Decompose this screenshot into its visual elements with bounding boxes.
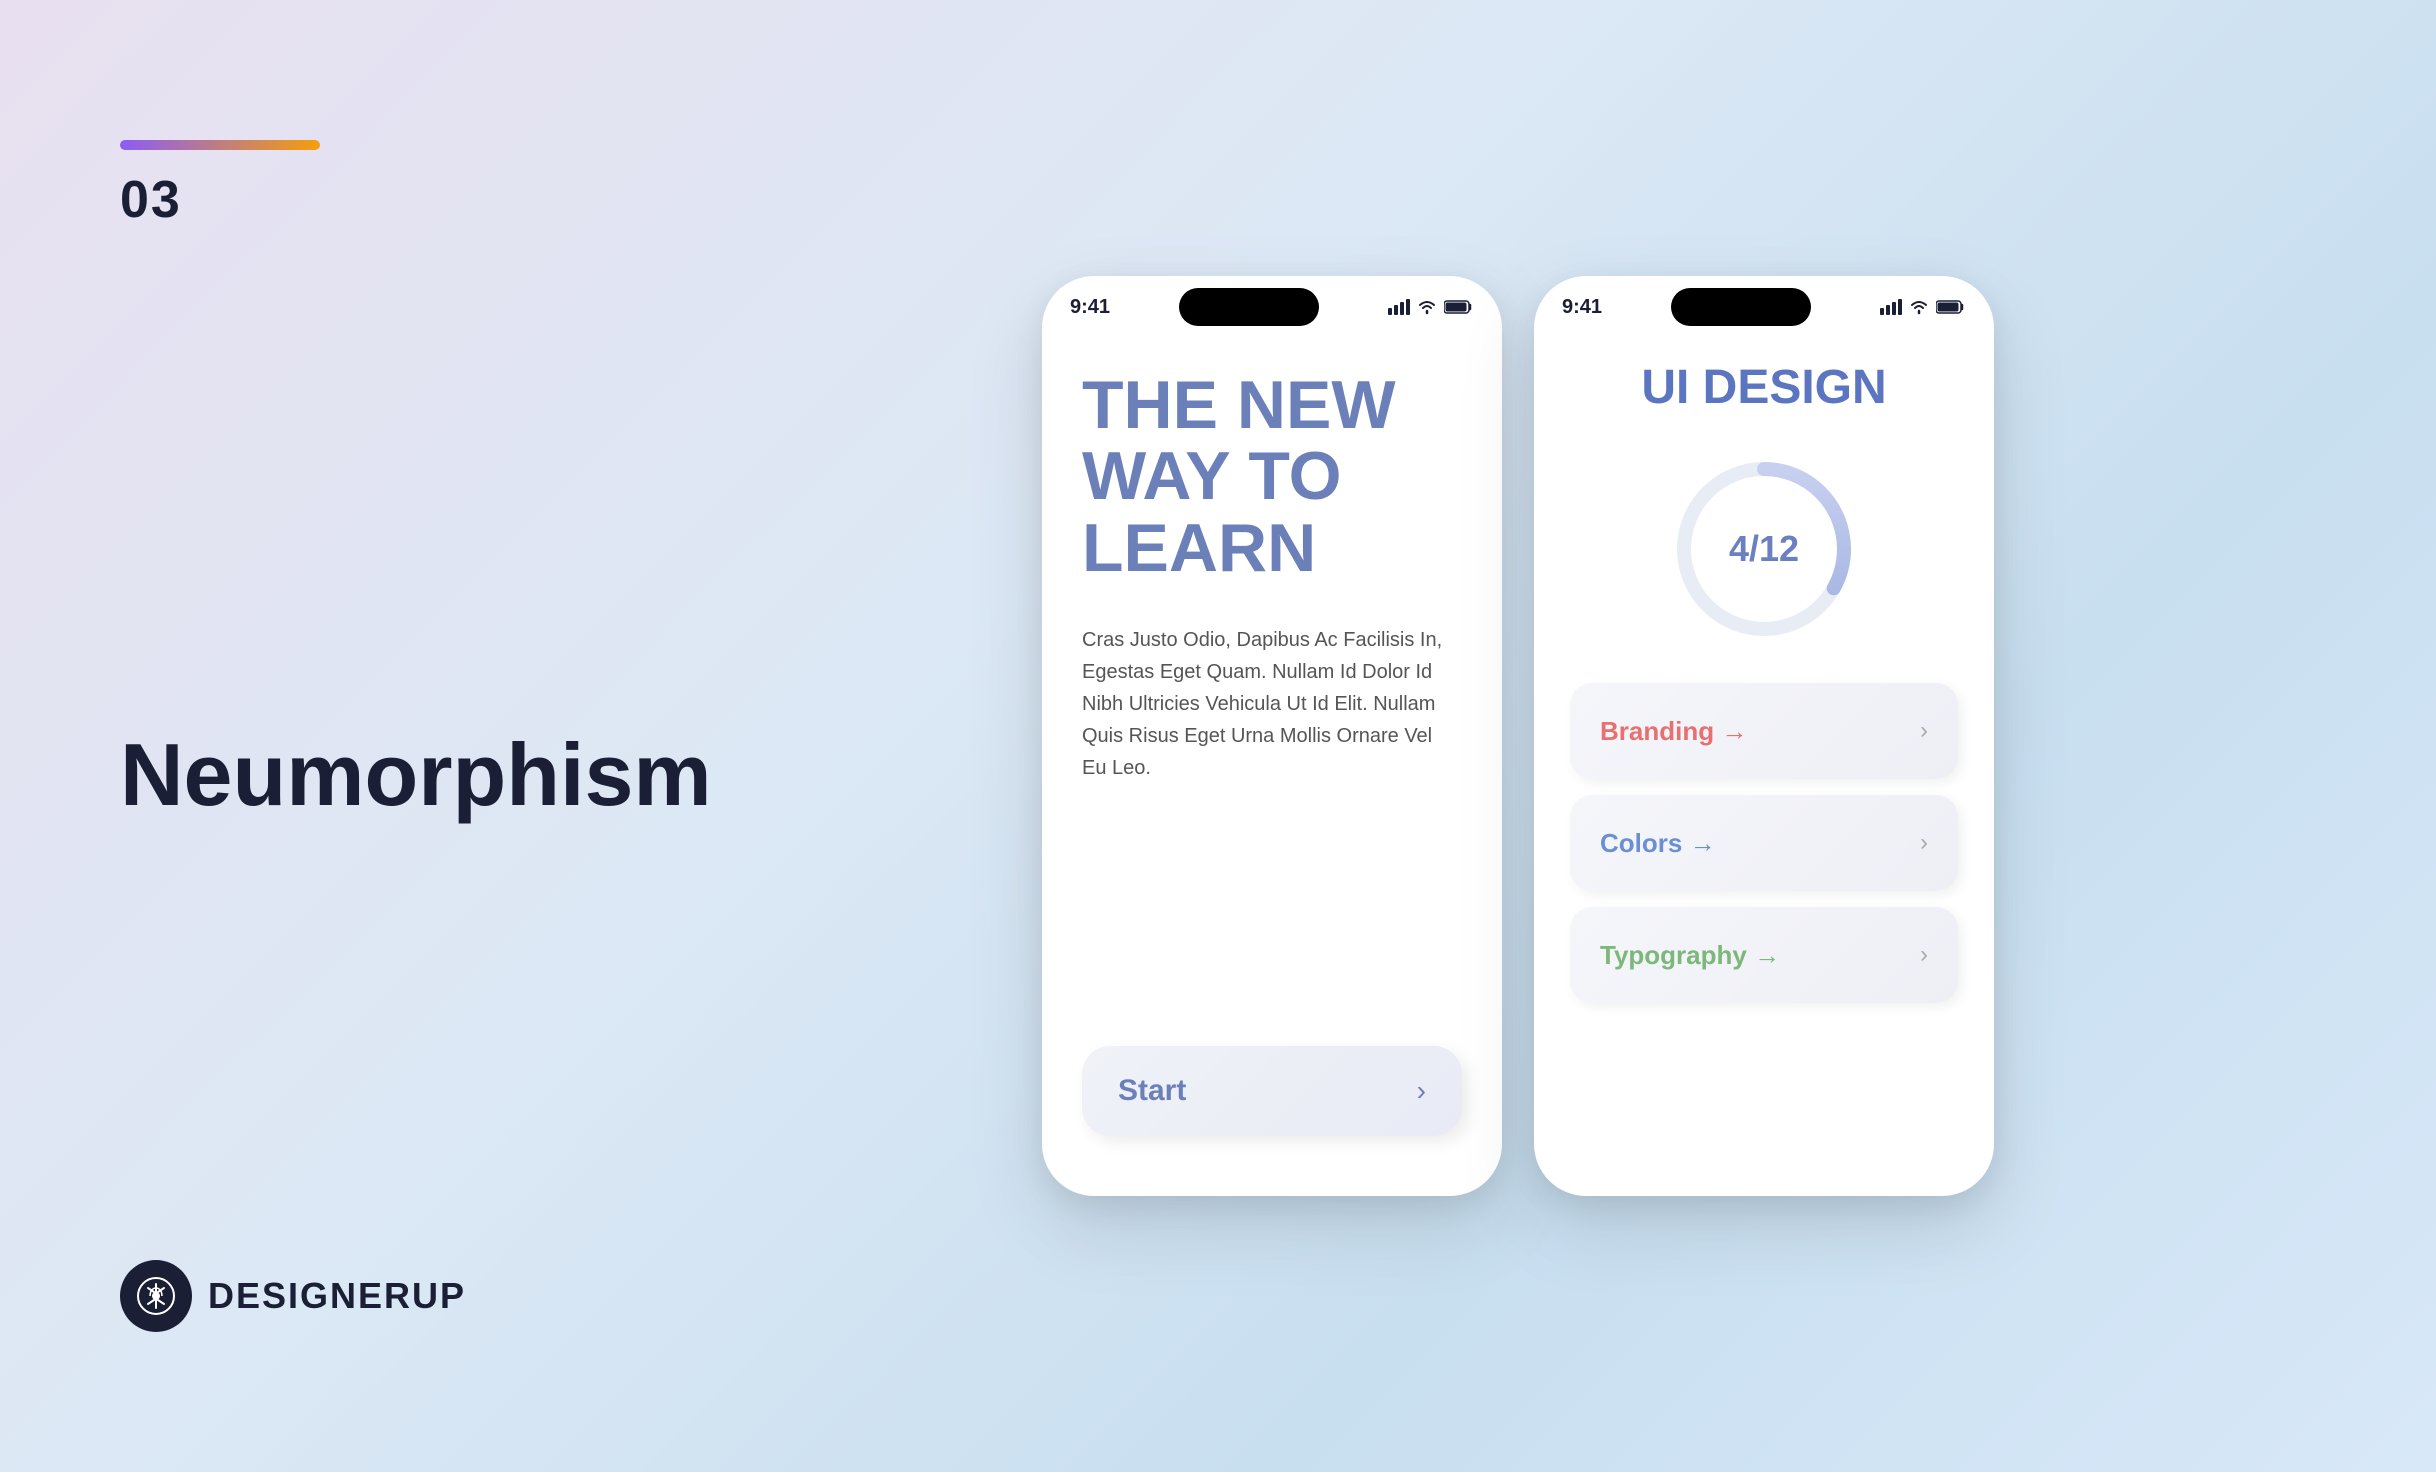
progress-text: 4/12	[1729, 528, 1799, 570]
battery-icon-2	[1936, 299, 1966, 315]
wifi-icon-2	[1908, 299, 1930, 315]
phone-1-top: THE NEW WAY TO LEARN Cras Justo Odio, Da…	[1082, 370, 1462, 1046]
main-title: Neumorphism	[120, 727, 560, 824]
menu-item-colors[interactable]: Colors → ›	[1570, 795, 1958, 891]
ui-design-title: UI DESIGN	[1570, 360, 1958, 415]
logo-icon	[134, 1274, 178, 1318]
dynamic-island-2	[1671, 288, 1811, 326]
chevron-right-icon: ›	[1417, 1075, 1426, 1107]
status-icons-1	[1388, 299, 1474, 315]
menu-item-branding[interactable]: Branding → ›	[1570, 683, 1958, 779]
progress-circle: 4/12	[1664, 449, 1864, 649]
brand-footer: DESIGNERUP	[120, 1260, 560, 1332]
left-panel: 03 Neumorphism DESIGNERUP	[60, 60, 620, 1412]
logo-circle	[120, 1260, 192, 1332]
status-time-1: 9:41	[1070, 296, 1110, 319]
wifi-icon	[1416, 299, 1438, 315]
start-label: Start	[1118, 1074, 1186, 1108]
signal-icon	[1388, 299, 1410, 315]
start-button[interactable]: Start ›	[1082, 1046, 1462, 1136]
progress-circle-container: 4/12	[1570, 449, 1958, 649]
status-time-2: 9:41	[1562, 296, 1602, 319]
phone-mockup-1: 9:41	[1042, 276, 1502, 1196]
colors-chevron-icon: ›	[1920, 829, 1928, 857]
gradient-bar-decoration	[120, 140, 320, 150]
main-container: 03 Neumorphism DESIGNERUP 9:41	[0, 0, 2436, 1472]
brand-name: DESIGNERUP	[208, 1275, 466, 1317]
left-top: 03	[120, 140, 560, 230]
menu-items: Branding → › Colors → › Typography → ›	[1570, 683, 1958, 1196]
step-number: 03	[120, 170, 560, 230]
status-icons-2	[1880, 299, 1966, 315]
menu-item-typography[interactable]: Typography → ›	[1570, 907, 1958, 1003]
dynamic-island-1	[1179, 288, 1319, 326]
phone-mockup-2: 9:41	[1534, 276, 1994, 1196]
signal-icon-2	[1880, 299, 1902, 315]
phone-1-bottom: Start ›	[1082, 1046, 1462, 1196]
hero-body: Cras Justo Odio, Dapibus Ac Facilisis In…	[1082, 624, 1462, 784]
typography-label: Typography →	[1600, 940, 1780, 971]
hero-title: THE NEW WAY TO LEARN	[1082, 370, 1462, 584]
status-bar-1: 9:41	[1042, 276, 1502, 330]
typography-chevron-icon: ›	[1920, 941, 1928, 969]
battery-icon	[1444, 299, 1474, 315]
branding-label: Branding →	[1600, 716, 1747, 747]
phone-1-content: THE NEW WAY TO LEARN Cras Justo Odio, Da…	[1042, 330, 1502, 1196]
colors-label: Colors →	[1600, 828, 1716, 859]
branding-chevron-icon: ›	[1920, 717, 1928, 745]
phone-2-content: UI DESIGN	[1534, 330, 1994, 1196]
status-bar-2: 9:41	[1534, 276, 1994, 330]
phones-area: 9:41	[660, 276, 2376, 1196]
